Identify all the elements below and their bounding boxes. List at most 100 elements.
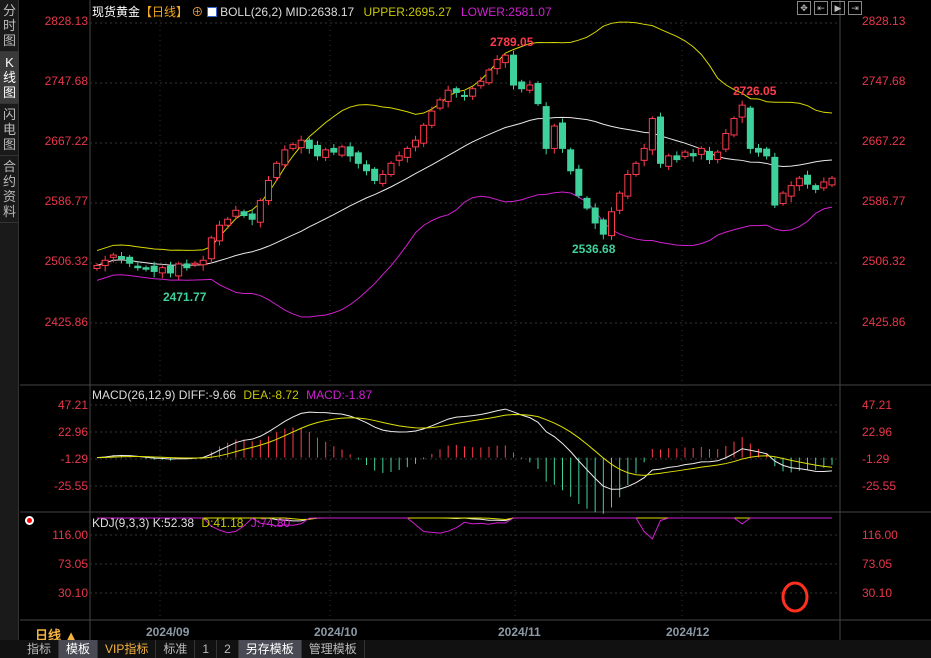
macd-diff: DIFF:-9.66 bbox=[178, 388, 237, 402]
tab-2[interactable]: 2 bbox=[217, 640, 239, 658]
kdj-tick-right: 116.00 bbox=[862, 528, 898, 542]
candle-body bbox=[150, 265, 158, 272]
candle-body bbox=[738, 104, 746, 118]
candle-body bbox=[820, 181, 828, 189]
candle-body bbox=[599, 219, 607, 235]
kdj-k: K:52.38 bbox=[152, 516, 195, 530]
candle-body bbox=[305, 139, 313, 149]
annotation-low-left: 2471.77 bbox=[163, 290, 207, 304]
indicator-toggle-icon[interactable] bbox=[25, 516, 34, 525]
candle-body bbox=[755, 147, 762, 153]
candle-body bbox=[183, 263, 191, 269]
candle-body bbox=[485, 69, 493, 84]
candle-body bbox=[265, 179, 272, 202]
macd-title: MACD(26,12,9) bbox=[92, 388, 176, 402]
candle-body bbox=[379, 173, 387, 184]
candle-body bbox=[550, 125, 558, 149]
candle-body bbox=[616, 192, 624, 211]
candle-body bbox=[248, 213, 256, 220]
tab-indicators[interactable]: 指标 bbox=[0, 640, 60, 658]
macd-tick-right: -25.55 bbox=[862, 479, 897, 493]
macd-dea: DEA:-8.72 bbox=[243, 388, 299, 402]
annotation-high: 2789.05 bbox=[490, 35, 534, 49]
price-tick-right: 2667.22 bbox=[862, 134, 906, 148]
tab-save-template[interactable]: 另存模板 bbox=[238, 640, 302, 658]
indicator-chart-icon[interactable] bbox=[206, 7, 217, 17]
candle-body bbox=[412, 139, 419, 148]
candle-body bbox=[101, 259, 109, 266]
candle-body bbox=[730, 118, 738, 136]
candle-body bbox=[477, 80, 485, 87]
candle-body bbox=[518, 81, 526, 90]
date-label: 2024/12 bbox=[666, 625, 710, 639]
end-icon[interactable]: ⇥ bbox=[848, 1, 862, 15]
candle-body bbox=[697, 147, 705, 155]
candle-body bbox=[673, 155, 681, 161]
move-icon[interactable]: ✥ bbox=[797, 1, 811, 15]
kline-chart[interactable] bbox=[0, 0, 931, 640]
candle-body bbox=[199, 259, 207, 266]
macd-tick: -1.29 bbox=[60, 452, 88, 466]
candle-body bbox=[281, 149, 289, 166]
price-tick: 2425.86 bbox=[44, 315, 88, 329]
candle-body bbox=[420, 124, 428, 144]
kdj-tick-right: 73.05 bbox=[862, 557, 893, 571]
candle-body bbox=[657, 116, 664, 164]
candle-body bbox=[167, 265, 174, 274]
boll-mid: MID:2638.17 bbox=[285, 5, 355, 19]
annotation-high-right: 2726.05 bbox=[733, 84, 777, 98]
candle-body bbox=[142, 267, 150, 270]
tab-1[interactable]: 1 bbox=[195, 640, 218, 658]
candle-body bbox=[232, 209, 240, 217]
macd-tick: 22.96 bbox=[57, 425, 88, 439]
kdj-tick: 73.05 bbox=[57, 557, 88, 571]
candle-body bbox=[191, 262, 199, 266]
boll-title: BOLL(26,2) bbox=[220, 5, 283, 19]
tab-vip-indicators[interactable]: VIP指标 bbox=[98, 640, 157, 658]
candle-body bbox=[118, 256, 125, 260]
candle-body bbox=[689, 153, 697, 157]
candle-body bbox=[591, 207, 599, 224]
kdj-tick-right: 30.10 bbox=[862, 586, 893, 600]
tab-templates[interactable]: 模板 bbox=[59, 640, 99, 658]
candle-body bbox=[746, 107, 754, 149]
boll-mid-line bbox=[96, 116, 833, 266]
candle-body bbox=[330, 147, 338, 153]
candle-body bbox=[240, 211, 248, 217]
macd-tick: 47.21 bbox=[57, 398, 88, 412]
candle-body bbox=[559, 122, 566, 149]
play-icon[interactable]: ▶ bbox=[831, 1, 845, 15]
highlight-circle bbox=[781, 581, 809, 613]
candle-body bbox=[795, 177, 803, 187]
candle-body bbox=[256, 200, 264, 223]
start-icon[interactable]: ⇤ bbox=[814, 1, 828, 15]
instrument-name: 现货黄金 bbox=[92, 5, 141, 19]
price-tick-right: 2425.86 bbox=[862, 315, 906, 329]
candle-body bbox=[510, 54, 517, 86]
crosshair-icon[interactable]: ⊕ bbox=[191, 5, 203, 19]
candle-body bbox=[134, 265, 142, 269]
tab-standard[interactable]: 标准 bbox=[156, 640, 196, 658]
date-label: 2024/11 bbox=[498, 625, 541, 639]
candle-body bbox=[175, 263, 183, 277]
candle-body bbox=[812, 185, 820, 190]
price-tick-right: 2506.32 bbox=[862, 254, 906, 268]
price-tick-right: 2828.13 bbox=[862, 14, 906, 28]
price-tick: 2828.13 bbox=[44, 14, 88, 28]
candle-body bbox=[371, 168, 379, 181]
price-tick: 2586.77 bbox=[44, 194, 88, 208]
candle-body bbox=[436, 99, 444, 109]
candle-body bbox=[207, 237, 215, 260]
date-label: 2024/10 bbox=[314, 625, 358, 639]
candle-body bbox=[779, 192, 787, 205]
candle-body bbox=[787, 185, 795, 197]
kdj-tick: 116.00 bbox=[52, 528, 88, 542]
macd-header: MACD(26,12,9) DIFF:-9.66 DEA:-8.72 MACD:… bbox=[92, 388, 372, 402]
candle-body bbox=[828, 177, 836, 186]
candle-body bbox=[526, 84, 534, 91]
tab-manage-templates[interactable]: 管理模板 bbox=[302, 640, 365, 658]
candle-body bbox=[216, 224, 223, 242]
candle-body bbox=[428, 110, 436, 126]
price-tick: 2667.22 bbox=[44, 134, 88, 148]
kdj-tick: 30.10 bbox=[57, 586, 88, 600]
